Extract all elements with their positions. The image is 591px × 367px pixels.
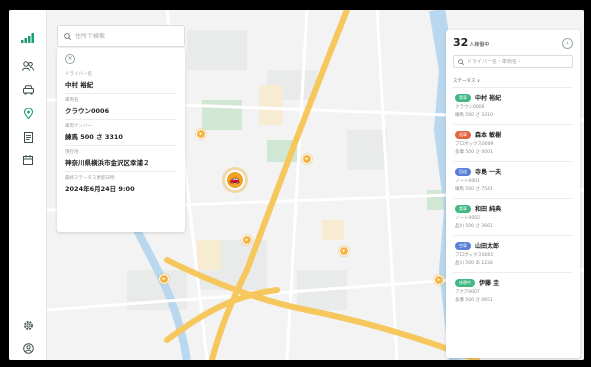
detail-field-vehicle: 車両名 クラウン0006: [65, 94, 177, 120]
vehicle-pin[interactable]: ▸: [242, 235, 252, 245]
driver-search-input[interactable]: [467, 58, 567, 65]
count-value: 32: [453, 36, 469, 49]
active-driver-count: 32 人稼働中: [453, 36, 573, 49]
plate-number: 品川 500 あ 1234: [455, 261, 493, 266]
plate-number: 品川 500 さ 3661: [455, 224, 493, 229]
status-badge: 休憩中: [455, 278, 475, 287]
status-filter[interactable]: ステータス ∨: [453, 78, 573, 84]
location-icon[interactable]: [18, 103, 38, 123]
vehicle-name: プロボックス0009: [455, 142, 494, 147]
list-item[interactable]: 実車 中村 裕紀 クラウン0006 練馬 500 さ 3310: [453, 87, 573, 124]
close-icon[interactable]: ×: [65, 54, 75, 64]
driver-name: 和田 純典: [475, 206, 502, 213]
driver-name: 森本 敏樹: [475, 132, 502, 139]
status-badge: 実車: [455, 204, 471, 213]
field-value: 中村 裕紀: [65, 81, 94, 89]
selected-vehicle-marker[interactable]: 🚗: [225, 170, 245, 190]
driver-detail-card: × ドライバー名 中村 裕紀 車両名 クラウン0006 車両ナンバー 練馬 50…: [57, 48, 185, 232]
field-label: ドライバー名: [65, 72, 92, 77]
detail-field-driver: ドライバー名 中村 裕紀: [65, 68, 177, 94]
status-badge: 空車: [455, 241, 471, 250]
plate-number: 多摩 500 さ 0651: [455, 298, 493, 303]
calendar-icon[interactable]: [18, 150, 38, 170]
vehicle-pin[interactable]: ▸: [434, 275, 444, 285]
plate-number: 練馬 500 さ 3310: [455, 113, 493, 118]
driver-name: 寺島 一夫: [475, 169, 502, 176]
account-icon[interactable]: [18, 338, 38, 358]
list-item[interactable]: 実車 和田 純典 ノート0002 品川 500 さ 3661: [453, 198, 573, 235]
users-icon[interactable]: [18, 56, 38, 76]
field-value: 練馬 500 さ 3310: [65, 133, 123, 141]
vehicle-pin[interactable]: ▸: [196, 129, 206, 139]
field-label: 車両名: [65, 98, 79, 103]
vehicle-name: クラウン0006: [455, 105, 485, 110]
gear-icon[interactable]: [18, 315, 38, 335]
field-value: 2024年6月24日 9:00: [65, 185, 135, 193]
status-badge: 迎車: [455, 130, 471, 139]
list-item[interactable]: 空車 山田太郎 プロボックス0001 品川 500 あ 1234: [453, 235, 573, 272]
vehicle-pin[interactable]: ▸: [159, 274, 169, 284]
vehicle-name: ノート0002: [455, 216, 480, 221]
app-window: ▸ ▸ ▸ ▸ ▸ ▸ 🚗 住所で検索 × ドライバー名 中村 裕紀 車両名 ク…: [9, 10, 584, 360]
field-value: クラウン0006: [65, 107, 110, 115]
signal-icon: [18, 28, 38, 48]
driver-list-panel: 32 人稼働中 › ステータス ∨ 実車中村 裕紀 クラウン0006 練馬 50…: [446, 30, 580, 358]
driver-search[interactable]: [453, 55, 573, 68]
sidebar: [9, 10, 47, 360]
driver-name: 中村 裕紀: [475, 95, 502, 102]
field-value: 神奈川県横浜市金沢区幸浦２: [65, 159, 150, 167]
status-badge: 回送: [455, 167, 471, 176]
vehicle-name: ノート0001: [455, 179, 480, 184]
plate-number: 練馬 500 さ 7541: [455, 187, 493, 192]
list-item[interactable]: 迎車 森本 敏樹 プロボックス0009 多摩 500 さ 0001: [453, 124, 573, 161]
count-unit: 人稼働中: [469, 42, 490, 48]
detail-field-location: 現在地 神奈川県横浜市金沢区幸浦２: [65, 146, 177, 172]
list-item[interactable]: 休憩中 伊藤 圭 アクア0007 多摩 500 さ 0651: [453, 272, 573, 309]
address-search-input[interactable]: [75, 32, 175, 40]
report-icon[interactable]: [18, 127, 38, 147]
car-icon: 🚗: [229, 175, 241, 185]
search-icon: [64, 32, 71, 40]
detail-field-updated: 最終ステータス更新日時 2024年6月24日 9:00: [65, 172, 177, 197]
driver-name: 山田太郎: [475, 243, 500, 250]
status-badge: 実車: [455, 93, 471, 102]
plate-number: 多摩 500 さ 0001: [455, 150, 493, 155]
list-item[interactable]: 回送 寺島 一夫 ノート0001 練馬 500 さ 7541: [453, 161, 573, 198]
vehicle-pin[interactable]: ▸: [339, 246, 349, 256]
detail-field-plate: 車両ナンバー 練馬 500 さ 3310: [65, 120, 177, 146]
field-label: 最終ステータス更新日時: [65, 176, 115, 181]
car-icon[interactable]: [18, 80, 38, 100]
vehicle-name: アクア0007: [455, 290, 480, 295]
search-icon: [458, 58, 464, 65]
vehicle-name: プロボックス0001: [455, 253, 494, 258]
field-label: 現在地: [65, 150, 79, 155]
field-label: 車両ナンバー: [65, 124, 92, 129]
address-search[interactable]: [57, 25, 185, 47]
driver-name: 伊藤 圭: [479, 280, 500, 287]
collapse-icon[interactable]: ›: [562, 38, 573, 49]
vehicle-pin[interactable]: ▸: [302, 154, 312, 164]
